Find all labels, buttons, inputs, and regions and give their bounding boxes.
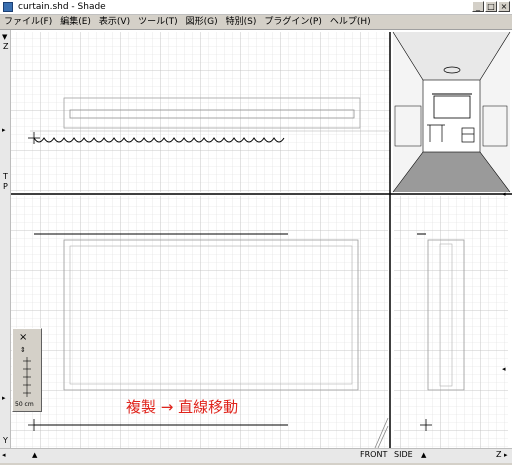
axis-z-bottom-label: Z (496, 450, 502, 459)
palette-move-icon[interactable]: ⇕ (20, 346, 26, 354)
ruler-right-arrow-icon[interactable]: ▸ (504, 451, 508, 459)
drawing-workspace[interactable] (0, 30, 512, 462)
menu-special[interactable]: 特別(S) (222, 15, 261, 29)
palette-scale-icon (23, 357, 31, 397)
side-view-marker-icon[interactable]: ◂ (502, 190, 506, 198)
ruler-marker-bottom-icon[interactable]: ▸ (2, 394, 6, 402)
ruler-arrow-down-icon[interactable]: ▼ (2, 33, 7, 41)
axis-t-label: T (3, 172, 8, 181)
side-ruler-up-arrow-icon[interactable]: ▲ (421, 451, 426, 459)
menu-view[interactable]: 表示(V) (95, 15, 134, 29)
palette-close-icon[interactable]: × (19, 333, 27, 343)
menu-shape[interactable]: 図形(G) (182, 15, 222, 29)
menu-plugins[interactable]: プラグイン(P) (260, 15, 325, 29)
close-button[interactable]: × (498, 1, 510, 12)
window-controls: _ □ × (472, 1, 510, 12)
side-view-grid[interactable] (394, 196, 508, 448)
side-view-label: SIDE (394, 450, 413, 459)
minimize-button[interactable]: _ (472, 1, 484, 12)
title-bar: curtain.shd - Shade _ □ × (0, 0, 512, 15)
app-icon (3, 2, 13, 12)
ruler-left-arrow-icon[interactable]: ◂ (2, 451, 6, 459)
front-view-label: FRONT (360, 450, 388, 459)
viewports-canvas[interactable] (0, 30, 512, 462)
left-ruler[interactable] (0, 30, 11, 450)
menu-file[interactable]: ファイル(F) (0, 15, 56, 29)
maximize-button[interactable]: □ (485, 1, 497, 12)
perspective-preview[interactable] (392, 31, 511, 193)
window-title: curtain.shd - Shade (18, 2, 106, 12)
palette-scale-label: 50 cm (15, 401, 34, 408)
annotation-caption: 複製 → 直線移動 (126, 398, 239, 416)
ruler-marker-icon[interactable]: ▸ (2, 126, 6, 134)
axis-z-label: Z (3, 42, 9, 51)
axis-p-label: P (3, 182, 8, 191)
top-view-grid[interactable] (10, 32, 390, 192)
menu-help[interactable]: ヘルプ(H) (326, 15, 375, 29)
menu-edit[interactable]: 編集(E) (56, 15, 95, 29)
move-palette[interactable]: × ⇕ 50 cm (12, 328, 42, 412)
axis-y-label: Y (3, 436, 8, 445)
bottom-ruler[interactable] (0, 448, 512, 463)
side-view-marker-bottom-icon[interactable]: ◂ (502, 365, 506, 373)
ruler-up-arrow-icon[interactable]: ▲ (32, 451, 37, 459)
menu-tools[interactable]: ツール(T) (134, 15, 182, 29)
menu-bar: ファイル(F) 編集(E) 表示(V) ツール(T) 図形(G) 特別(S) プ… (0, 15, 512, 30)
